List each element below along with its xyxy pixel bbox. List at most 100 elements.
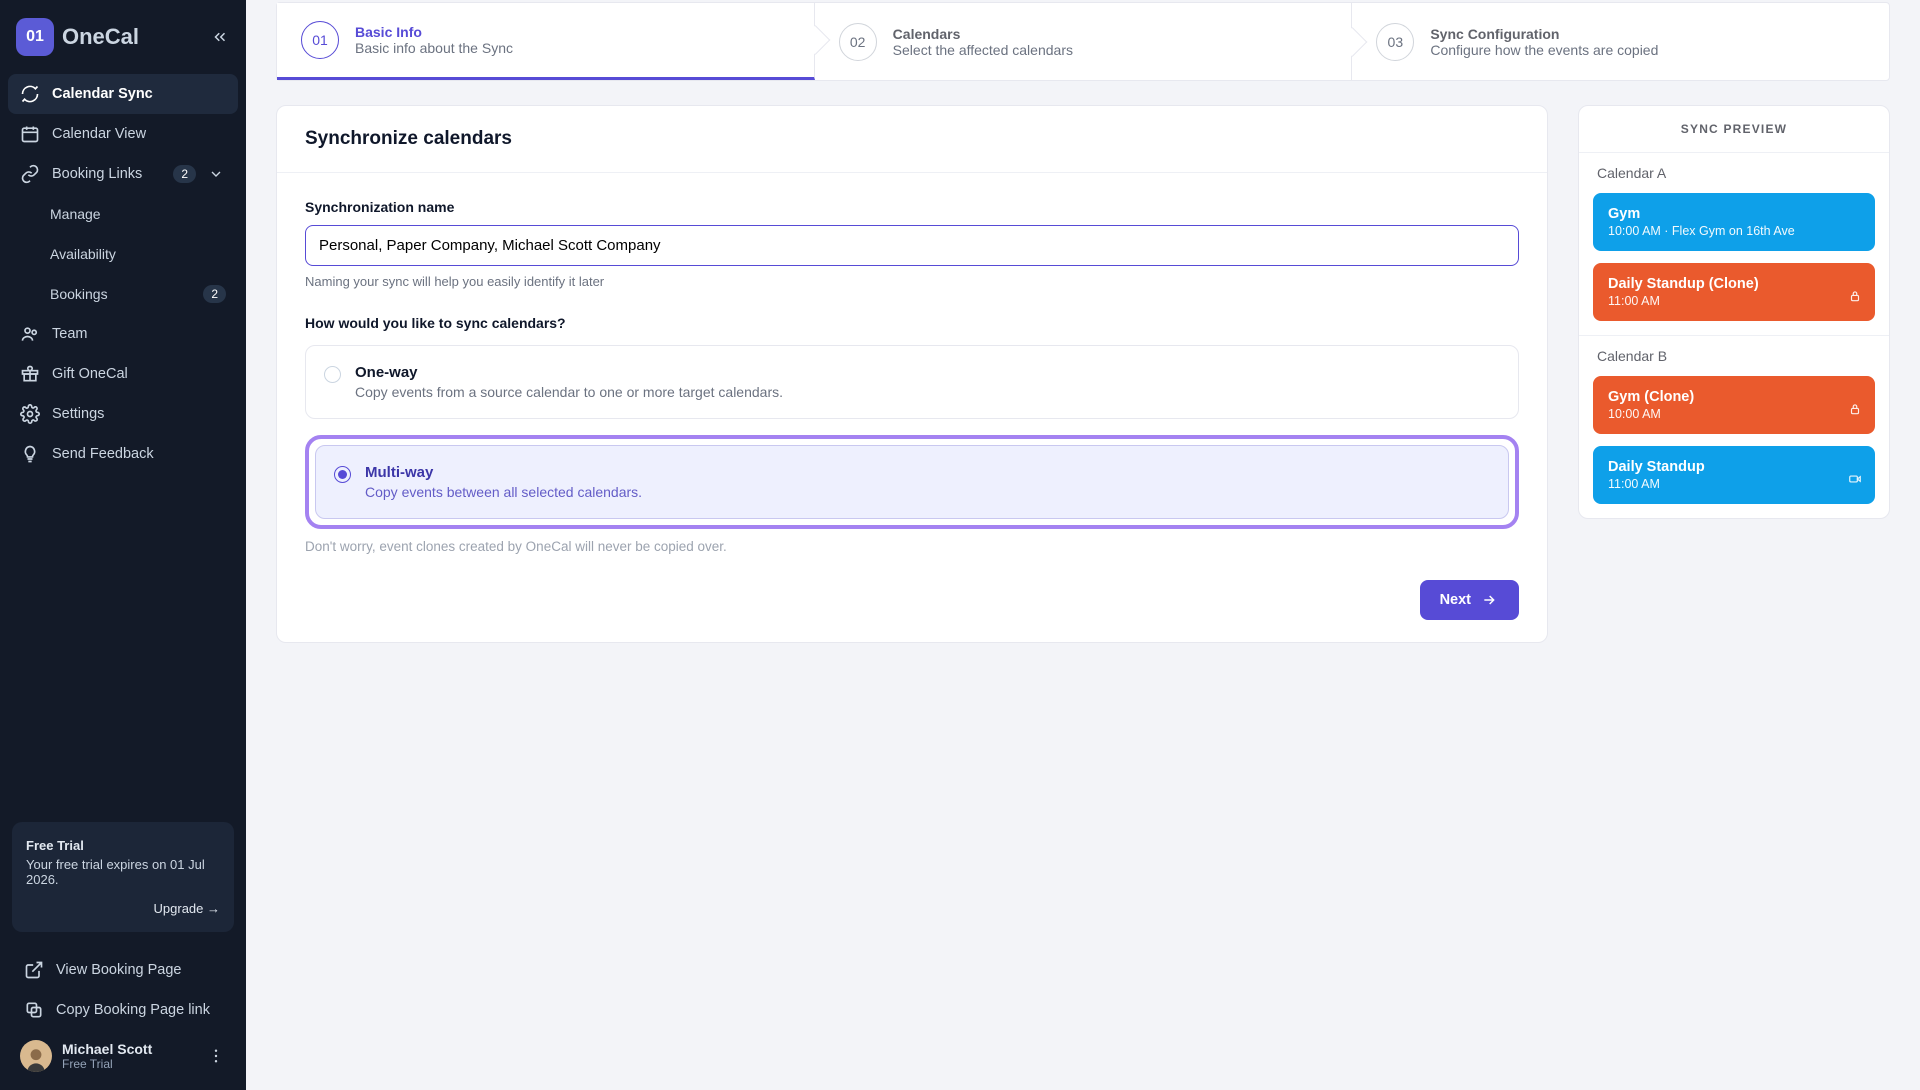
calendar-label: Calendar B bbox=[1579, 336, 1889, 376]
highlighted-option-frame: Multi-way Copy events between all select… bbox=[305, 435, 1519, 529]
main-content: 01 Basic Info Basic info about the Sync … bbox=[246, 0, 1920, 1090]
step-number: 01 bbox=[301, 21, 339, 59]
sidebar-item-label: Availability bbox=[50, 246, 116, 262]
bulb-icon bbox=[20, 444, 40, 464]
next-button-label: Next bbox=[1440, 592, 1471, 608]
sidebar-item-team[interactable]: Team bbox=[8, 314, 238, 354]
preview-calendar-a: Calendar A Gym 10:00 AM · Flex Gym on 16… bbox=[1579, 152, 1889, 335]
preview-calendar-b: Calendar B Gym (Clone) 10:00 AM Daily St… bbox=[1579, 335, 1889, 518]
sidebar-item-gift[interactable]: Gift OneCal bbox=[8, 354, 238, 394]
sidebar-item-label: Copy Booking Page link bbox=[56, 1002, 210, 1018]
sidebar-item-label: Booking Links bbox=[52, 166, 142, 182]
radio-title: Multi-way bbox=[365, 464, 642, 481]
calendar-label: Calendar A bbox=[1579, 153, 1889, 193]
step-title: Sync Configuration bbox=[1430, 26, 1658, 42]
copy-icon bbox=[24, 1000, 44, 1020]
sync-icon bbox=[20, 84, 40, 104]
step-subtitle: Select the affected calendars bbox=[893, 42, 1073, 58]
sidebar-item-label: Send Feedback bbox=[52, 446, 154, 462]
card-heading: Synchronize calendars bbox=[305, 128, 1519, 150]
sync-name-help: Naming your sync will help you easily id… bbox=[305, 274, 1519, 289]
sidebar-item-label: Calendar Sync bbox=[52, 86, 153, 102]
video-icon bbox=[1848, 472, 1862, 491]
event-title: Daily Standup (Clone) bbox=[1608, 276, 1860, 292]
clone-note: Don't worry, event clones created by One… bbox=[305, 539, 1519, 554]
step-subtitle: Configure how the events are copied bbox=[1430, 42, 1658, 58]
step-subtitle: Basic info about the Sync bbox=[355, 40, 513, 56]
step-number: 03 bbox=[1376, 23, 1414, 61]
team-icon bbox=[20, 324, 40, 344]
event-subtitle: 11:00 AM bbox=[1608, 294, 1860, 308]
gear-icon bbox=[20, 404, 40, 424]
radio-icon bbox=[334, 466, 351, 483]
lock-icon bbox=[1848, 289, 1862, 308]
sidebar-item-label: Calendar View bbox=[52, 126, 146, 142]
form-card: Synchronize calendars Synchronization na… bbox=[276, 105, 1548, 643]
sidebar: 01 OneCal Calendar Sync Calendar View Bo… bbox=[0, 0, 246, 1090]
event-subtitle: 10:00 AM · Flex Gym on 16th Ave bbox=[1608, 224, 1860, 238]
avatar[interactable] bbox=[20, 1040, 52, 1072]
link-icon bbox=[20, 164, 40, 184]
event-card: Gym 10:00 AM · Flex Gym on 16th Ave bbox=[1593, 193, 1875, 251]
calendar-icon bbox=[20, 124, 40, 144]
event-title: Gym bbox=[1608, 206, 1860, 222]
event-card: Daily Standup 11:00 AM bbox=[1593, 446, 1875, 504]
sidebar-item-label: Gift OneCal bbox=[52, 366, 128, 382]
sidebar-sub-availability[interactable]: Availability bbox=[8, 234, 238, 274]
step-title: Basic Info bbox=[355, 24, 513, 40]
event-card: Gym (Clone) 10:00 AM bbox=[1593, 376, 1875, 434]
user-name: Michael Scott bbox=[62, 1041, 152, 1057]
sidebar-sub-manage[interactable]: Manage bbox=[8, 194, 238, 234]
logo-text: OneCal bbox=[62, 24, 139, 50]
radio-desc: Copy events between all selected calenda… bbox=[365, 484, 642, 500]
lock-icon bbox=[1848, 402, 1862, 421]
event-subtitle: 10:00 AM bbox=[1608, 407, 1860, 421]
step-title: Calendars bbox=[893, 26, 1073, 42]
chevron-down-icon[interactable] bbox=[206, 164, 226, 184]
sync-preview-panel: SYNC PREVIEW Calendar A Gym 10:00 AM · F… bbox=[1578, 105, 1890, 519]
user-menu-icon[interactable] bbox=[206, 1046, 226, 1066]
app-logo[interactable]: 01 OneCal bbox=[16, 18, 139, 56]
event-title: Gym (Clone) bbox=[1608, 389, 1860, 405]
radio-title: One-way bbox=[355, 364, 783, 381]
radio-one-way[interactable]: One-way Copy events from a source calend… bbox=[305, 345, 1519, 419]
step-sync-config[interactable]: 03 Sync Configuration Configure how the … bbox=[1352, 3, 1889, 80]
gift-icon bbox=[20, 364, 40, 384]
radio-icon bbox=[324, 366, 341, 383]
next-button[interactable]: Next bbox=[1420, 580, 1519, 620]
radio-desc: Copy events from a source calendar to on… bbox=[355, 384, 783, 400]
radio-multi-way[interactable]: Multi-way Copy events between all select… bbox=[315, 445, 1509, 519]
sidebar-item-booking-links[interactable]: Booking Links 2 bbox=[8, 154, 238, 194]
trial-body: Your free trial expires on 01 Jul 2026. bbox=[26, 857, 220, 887]
sidebar-item-calendar-sync[interactable]: Calendar Sync bbox=[8, 74, 238, 114]
external-link-icon bbox=[24, 960, 44, 980]
sidebar-item-label: View Booking Page bbox=[56, 962, 182, 978]
sidebar-item-label: Bookings bbox=[50, 286, 108, 302]
sidebar-item-settings[interactable]: Settings bbox=[8, 394, 238, 434]
trial-card: Free Trial Your free trial expires on 01… bbox=[12, 822, 234, 932]
user-status: Free Trial bbox=[62, 1057, 152, 1071]
user-row: Michael Scott Free Trial bbox=[12, 1030, 234, 1076]
sync-mode-question: How would you like to sync calendars? bbox=[305, 315, 1519, 331]
arrow-right-icon bbox=[1479, 590, 1499, 610]
sidebar-item-view-booking-page[interactable]: View Booking Page bbox=[12, 950, 234, 990]
sidebar-item-feedback[interactable]: Send Feedback bbox=[8, 434, 238, 474]
upgrade-link[interactable]: Upgrade → bbox=[26, 901, 220, 916]
sidebar-item-label: Team bbox=[52, 326, 87, 342]
sidebar-item-calendar-view[interactable]: Calendar View bbox=[8, 114, 238, 154]
sidebar-item-copy-booking-link[interactable]: Copy Booking Page link bbox=[12, 990, 234, 1030]
bookings-badge: 2 bbox=[203, 285, 226, 303]
step-calendars[interactable]: 02 Calendars Select the affected calenda… bbox=[815, 3, 1353, 80]
booking-links-badge: 2 bbox=[173, 165, 196, 183]
collapse-sidebar-icon[interactable] bbox=[210, 27, 230, 47]
logo-badge: 01 bbox=[16, 18, 54, 56]
sync-name-label: Synchronization name bbox=[305, 199, 1519, 215]
sidebar-sub-bookings[interactable]: Bookings 2 bbox=[8, 274, 238, 314]
sidebar-item-label: Settings bbox=[52, 406, 104, 422]
step-basic-info[interactable]: 01 Basic Info Basic info about the Sync bbox=[277, 3, 815, 80]
trial-title: Free Trial bbox=[26, 838, 220, 853]
event-card: Daily Standup (Clone) 11:00 AM bbox=[1593, 263, 1875, 321]
stepper: 01 Basic Info Basic info about the Sync … bbox=[276, 2, 1890, 81]
sync-name-input[interactable] bbox=[305, 225, 1519, 266]
event-subtitle: 11:00 AM bbox=[1608, 477, 1860, 491]
